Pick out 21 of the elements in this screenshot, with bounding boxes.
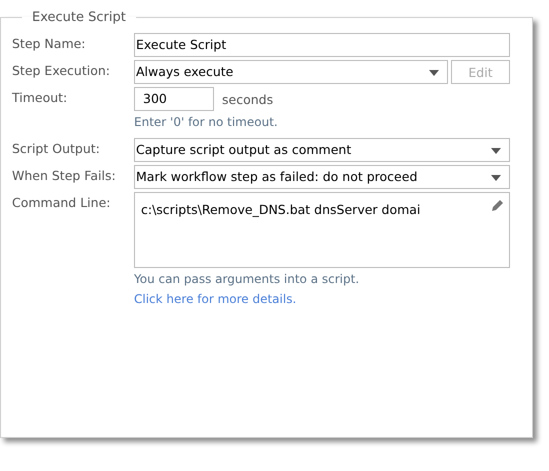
field-label: Command Line: bbox=[12, 194, 112, 210]
command-line-field[interactable]: c:\scripts\Remove_DNS.bat dnsServer domai bbox=[134, 192, 510, 268]
text-field[interactable]: Execute Script bbox=[134, 33, 510, 57]
field-label: Step Name: bbox=[12, 35, 87, 51]
hint-text: Enter '0' for no timeout. bbox=[134, 115, 278, 129]
dropdown-field[interactable]: Always execute bbox=[134, 60, 448, 84]
timeout-field[interactable]: 300 bbox=[134, 87, 214, 111]
field-label: Script Output: bbox=[12, 140, 101, 156]
field-label: When Step Fails: bbox=[12, 167, 117, 183]
field-label: Timeout: bbox=[12, 89, 68, 105]
unit-label: seconds bbox=[222, 92, 274, 106]
dropdown-field[interactable]: Capture script output as comment bbox=[134, 138, 510, 162]
panel-title: Execute Script bbox=[31, 10, 127, 25]
field-label: Step Execution: bbox=[12, 62, 111, 78]
dropdown-caret-icon bbox=[429, 70, 439, 76]
dropdown-field[interactable]: Mark workflow step as failed: do not proceed bbox=[134, 165, 510, 189]
pencil-icon[interactable] bbox=[491, 199, 504, 212]
hint-text: You can pass arguments into a script. bbox=[134, 272, 360, 286]
dropdown-caret-icon bbox=[491, 175, 501, 181]
details-link[interactable]: Click here for more details. bbox=[134, 292, 296, 306]
dropdown-caret-icon bbox=[491, 148, 501, 154]
